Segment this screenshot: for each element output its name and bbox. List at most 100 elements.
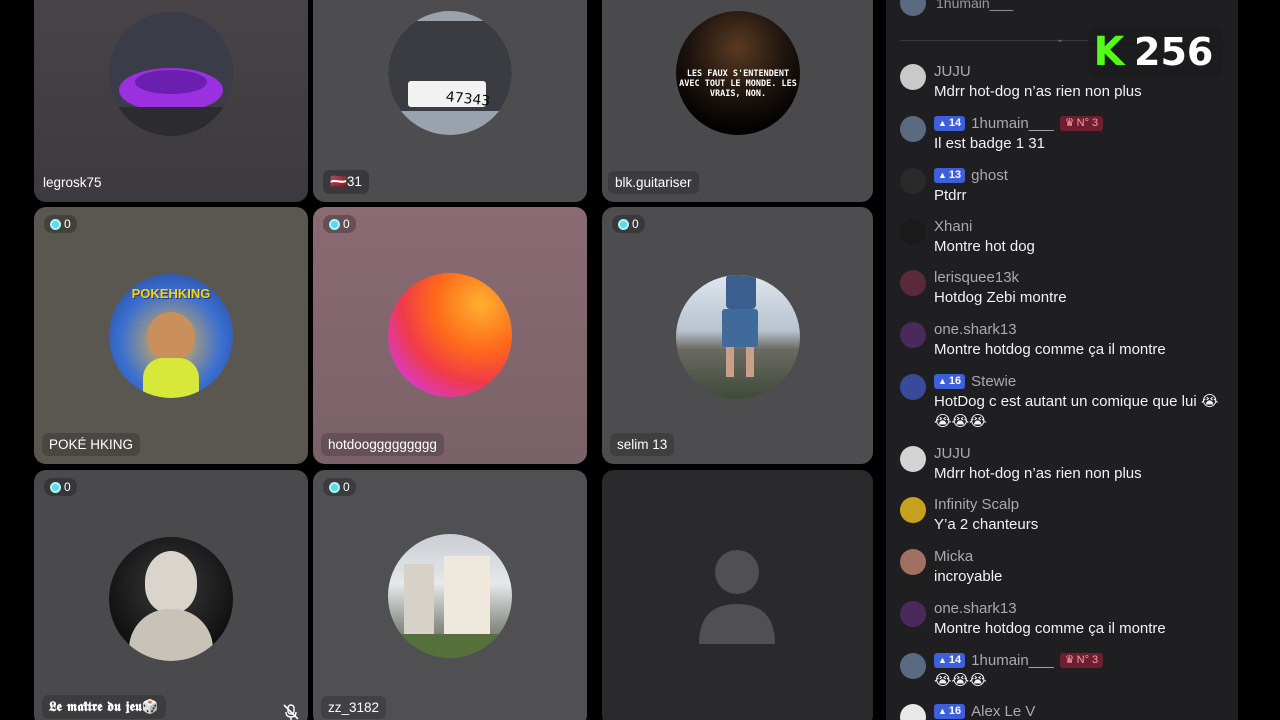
chat-avatar[interactable] xyxy=(900,446,926,472)
coin-icon xyxy=(50,218,61,230)
chat-message[interactable]: Infinity Scalp Y’a 2 chanteurs xyxy=(900,495,1230,535)
chat-message-body: JUJU Mdrr hot-dog n’as rien non plus xyxy=(934,444,1230,484)
participant-name: 𝕷𝖊 𝖒𝖆𝖎̂𝖙𝖗𝖊 𝖉𝖚 𝖏𝖊𝖚🎲 xyxy=(42,695,166,719)
chat-username[interactable]: JUJU xyxy=(934,62,971,81)
chat-message-body: ▲ 16 Alex Le V xyxy=(934,702,1230,720)
participant-tile[interactable]: 0 POKEHKING POKÉ HKING xyxy=(34,207,308,464)
chat-message[interactable]: one.shark13 Montre hotdog comme ça il mon… xyxy=(900,599,1230,639)
chat-avatar[interactable] xyxy=(900,653,926,679)
chat-avatar xyxy=(900,0,926,16)
chat-message-body: Xhani Montre hot dog xyxy=(934,217,1230,257)
coin-icon xyxy=(329,218,340,230)
car-image xyxy=(109,12,233,136)
chat-message[interactable]: JUJU Mdrr hot-dog n’as rien non plus xyxy=(900,444,1230,484)
person-shorts xyxy=(722,309,758,347)
rank-value: N° 3 xyxy=(1076,654,1099,666)
rank-badge: ♛ N° 3 xyxy=(1059,653,1104,668)
chat-message[interactable]: ▲ 14 1humain___ ♛ N° 3 😭😭😭 xyxy=(900,651,1230,691)
coin-icon xyxy=(50,481,61,493)
level-value: 14 xyxy=(948,117,962,129)
chat-message-text: Y’a 2 chanteurs xyxy=(934,516,1039,533)
participant-tile[interactable]: 47343 🇱🇻31 xyxy=(313,0,587,202)
participant-name: blk.guitariser xyxy=(608,171,699,194)
participant-tile[interactable]: 0 selim 13 xyxy=(602,207,873,464)
chat-username[interactable]: ghost xyxy=(971,166,1008,185)
chat-avatar[interactable] xyxy=(900,322,926,348)
chat-username[interactable]: Micka xyxy=(934,547,973,566)
participant-avatar: POKEHKING xyxy=(109,274,233,398)
chat-message[interactable]: ▲ 16 Alex Le V xyxy=(900,702,1230,720)
participant-avatar xyxy=(109,12,233,136)
chat-message[interactable]: lerisquee13k Hotdog Zebi montre xyxy=(900,268,1230,308)
participant-name: selim 13 xyxy=(610,433,675,456)
participant-tile[interactable]: 0 zz_3182 xyxy=(313,470,587,720)
participant-score: 0 xyxy=(44,478,77,496)
chat-message-header: ▲ 13 ghost xyxy=(934,166,1230,185)
chat-message-body: ▲ 14 1humain___ ♛ N° 3 Il est badge 1 31 xyxy=(934,114,1230,154)
chat-message-header: ▲ 16 Stewie xyxy=(934,372,1230,391)
participant-tile[interactable]: legrosk75 xyxy=(34,0,308,202)
chat-message-body: ▲ 13 ghost Ptdrr xyxy=(934,166,1230,206)
chat-message-text: incroyable xyxy=(934,568,1003,585)
chat-avatar[interactable] xyxy=(900,497,926,523)
chat-message-header: ▲ 14 1humain___ ♛ N° 3 xyxy=(934,651,1230,670)
chat-username[interactable]: Infinity Scalp xyxy=(934,495,1019,514)
viewer-counter: K 256 xyxy=(1088,26,1224,78)
chat-avatar[interactable] xyxy=(900,270,926,296)
chat-message[interactable]: one.shark13 Montre hotdog comme ça il mon… xyxy=(900,320,1230,360)
car-plate-image: 47343 xyxy=(388,11,512,135)
participant-avatar xyxy=(676,275,800,399)
participant-score: 0 xyxy=(44,215,77,233)
flag-icon: 🇱🇻 xyxy=(330,174,347,189)
chat-panel: 1humain___ ⌄ JUJU Mdrr hot-dog n’as rien … xyxy=(886,0,1238,720)
chat-avatar[interactable] xyxy=(900,601,926,627)
chat-avatar[interactable] xyxy=(900,116,926,142)
participant-score: 0 xyxy=(323,215,356,233)
person-leg xyxy=(726,347,734,377)
empty-seat-tile[interactable] xyxy=(602,470,873,720)
chat-username[interactable]: Alex Le V xyxy=(971,702,1035,720)
chat-message[interactable]: Micka incroyable xyxy=(900,547,1230,587)
chat-avatar[interactable] xyxy=(900,704,926,720)
rank-badge: ♛ N° 3 xyxy=(1059,116,1104,131)
chat-message-text: Montre hot dog xyxy=(934,238,1035,255)
chat-username[interactable]: one.shark13 xyxy=(934,320,1017,339)
participant-avatar xyxy=(388,534,512,658)
chevron-down-icon[interactable]: ⌄ xyxy=(1056,34,1064,45)
level-value: 14 xyxy=(948,654,962,666)
chat-message-body: Infinity Scalp Y’a 2 chanteurs xyxy=(934,495,1230,535)
chat-message[interactable]: Xhani Montre hot dog xyxy=(900,217,1230,257)
chat-message-header: ▲ 16 Alex Le V xyxy=(934,702,1230,720)
chat-avatar[interactable] xyxy=(900,374,926,400)
hoodie-shape xyxy=(129,609,213,661)
person-placeholder-icon xyxy=(699,550,775,644)
level-badge: ▲ 16 xyxy=(934,704,966,719)
chat-avatar[interactable] xyxy=(900,549,926,575)
chat-avatar[interactable] xyxy=(900,219,926,245)
chat-message[interactable]: ▲ 14 1humain___ ♛ N° 3 Il est badge 1 31 xyxy=(900,114,1230,154)
participant-name: POKÉ HKING xyxy=(42,433,141,456)
chat-username[interactable]: Xhani xyxy=(934,217,972,236)
chat-message-body: lerisquee13k Hotdog Zebi montre xyxy=(934,268,1230,308)
level-icon: ▲ xyxy=(938,376,947,386)
chat-message-text: Mdrr hot-dog n’as rien non plus xyxy=(934,83,1142,100)
chat-username[interactable]: JUJU xyxy=(934,444,971,463)
poster-text: LES FAUX S'ENTENDENT AVEC TOUT LE MONDE.… xyxy=(679,69,797,99)
chat-username[interactable]: one.shark13 xyxy=(934,599,1017,618)
chat-avatar[interactable] xyxy=(900,168,926,194)
chat-username[interactable]: 1humain___ xyxy=(971,651,1054,670)
participant-avatar xyxy=(109,537,233,661)
chat-username[interactable]: lerisquee13k xyxy=(934,268,1019,287)
participant-tile[interactable]: 0 hotdooggggggggg xyxy=(313,207,587,464)
participant-tile[interactable]: 0 𝕷𝖊 𝖒𝖆𝖎̂𝖙𝖗𝖊 𝖉𝖚 𝖏𝖊𝖚🎲 xyxy=(34,470,308,720)
chat-username[interactable]: Stewie xyxy=(971,372,1016,391)
chat-username[interactable]: 1humain___ xyxy=(971,114,1054,133)
chat-avatar[interactable] xyxy=(900,64,926,90)
level-icon: ▲ xyxy=(938,655,947,665)
participant-tile[interactable]: LES FAUX S'ENTENDENT AVEC TOUT LE MONDE.… xyxy=(602,0,873,202)
chat-message[interactable]: ▲ 13 ghost Ptdrr xyxy=(900,166,1230,206)
crown-icon: ♛ xyxy=(1064,117,1075,129)
level-icon: ▲ xyxy=(938,706,947,716)
chat-message-header: JUJU xyxy=(934,444,1230,463)
chat-message[interactable]: ▲ 16 Stewie HotDog c est autant un comique … xyxy=(900,372,1230,432)
